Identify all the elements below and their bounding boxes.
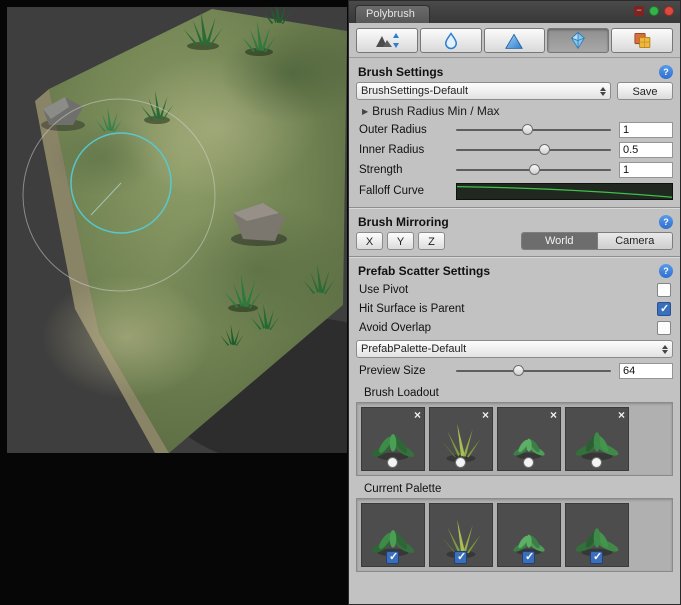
preview-size-label: Preview Size bbox=[356, 365, 456, 377]
maximize-icon[interactable] bbox=[649, 6, 659, 16]
palette-prefab-thumbnail[interactable] bbox=[429, 503, 493, 567]
paint-triangle-icon bbox=[504, 32, 524, 50]
falloff-curve-graph bbox=[457, 184, 672, 199]
slider-thumb[interactable] bbox=[513, 365, 524, 376]
texture-blend-icon bbox=[632, 31, 652, 50]
loadout-weight-knob[interactable] bbox=[523, 457, 534, 468]
window-titlebar[interactable]: Polybrush − bbox=[349, 1, 680, 23]
save-button[interactable]: Save bbox=[617, 82, 673, 100]
brush-loadout-box: × × × × bbox=[356, 402, 673, 476]
foldout-arrow-icon: ▶ bbox=[362, 107, 368, 116]
inner-radius-label: Inner Radius bbox=[356, 144, 456, 156]
palette-prefab-thumbnail[interactable] bbox=[497, 503, 561, 567]
water-drop-icon bbox=[442, 32, 460, 50]
use-pivot-label: Use Pivot bbox=[356, 284, 657, 296]
strength-label: Strength bbox=[356, 164, 456, 176]
scene-view[interactable] bbox=[7, 7, 347, 453]
tool-paint-button[interactable] bbox=[484, 28, 546, 53]
current-palette-box bbox=[356, 498, 673, 572]
mirror-y-button[interactable]: Y bbox=[387, 232, 414, 250]
slider-thumb[interactable] bbox=[539, 144, 550, 155]
falloff-curve-label: Falloff Curve bbox=[356, 185, 456, 197]
help-icon[interactable]: ? bbox=[659, 264, 673, 278]
dropdown-arrows-icon bbox=[600, 87, 606, 96]
hit-surface-parent-checkbox[interactable] bbox=[657, 302, 671, 316]
loadout-prefab-thumbnail[interactable]: × bbox=[429, 407, 493, 471]
use-pivot-checkbox[interactable] bbox=[657, 283, 671, 297]
strength-slider[interactable] bbox=[456, 163, 611, 177]
tool-sculpt-button[interactable] bbox=[356, 28, 418, 53]
mode-toolbar bbox=[349, 23, 680, 58]
tool-smooth-button[interactable] bbox=[420, 28, 482, 53]
loadout-weight-knob[interactable] bbox=[591, 457, 602, 468]
prefab-palette-dropdown[interactable]: PrefabPalette-Default bbox=[356, 340, 673, 358]
outer-radius-label: Outer Radius bbox=[356, 124, 456, 136]
minimize-icon[interactable]: − bbox=[634, 6, 644, 16]
loadout-weight-knob[interactable] bbox=[455, 457, 466, 468]
palette-include-checkbox[interactable] bbox=[386, 551, 399, 564]
outer-radius-slider[interactable] bbox=[456, 123, 611, 137]
hit-surface-parent-label: Hit Surface is Parent bbox=[356, 303, 657, 315]
palette-include-checkbox[interactable] bbox=[590, 551, 603, 564]
prefab-scatter-icon bbox=[568, 31, 588, 50]
palette-include-checkbox[interactable] bbox=[454, 551, 467, 564]
palette-prefab-thumbnail[interactable] bbox=[565, 503, 629, 567]
preview-size-field[interactable]: 64 bbox=[619, 363, 673, 379]
brush-settings-preset-dropdown[interactable]: BrushSettings-Default bbox=[356, 82, 611, 100]
preview-size-slider[interactable] bbox=[456, 364, 611, 378]
remove-icon[interactable]: × bbox=[618, 408, 625, 422]
mirror-z-button[interactable]: Z bbox=[418, 232, 445, 250]
help-icon[interactable]: ? bbox=[659, 215, 673, 229]
falloff-curve-field[interactable] bbox=[456, 183, 673, 200]
close-icon[interactable] bbox=[664, 6, 674, 16]
mountain-sculpt-icon bbox=[374, 32, 400, 50]
remove-icon[interactable]: × bbox=[482, 408, 489, 422]
outer-radius-field[interactable]: 1 bbox=[619, 122, 673, 138]
space-world-button[interactable]: World bbox=[522, 233, 597, 249]
palette-include-checkbox[interactable] bbox=[522, 551, 535, 564]
help-icon[interactable]: ? bbox=[659, 65, 673, 79]
mirror-space-segmented: World Camera bbox=[521, 232, 673, 250]
remove-icon[interactable]: × bbox=[550, 408, 557, 422]
brush-settings-title: Brush Settings bbox=[358, 65, 659, 79]
loadout-prefab-thumbnail[interactable]: × bbox=[565, 407, 629, 471]
terrain-render bbox=[7, 7, 347, 453]
tool-scatter-button[interactable] bbox=[547, 28, 609, 53]
inner-radius-field[interactable]: 0.5 bbox=[619, 142, 673, 158]
remove-icon[interactable]: × bbox=[414, 408, 421, 422]
brush-loadout-label: Brush Loadout bbox=[364, 387, 673, 399]
dropdown-arrows-icon bbox=[662, 345, 668, 354]
loadout-prefab-thumbnail[interactable]: × bbox=[497, 407, 561, 471]
loadout-weight-knob[interactable] bbox=[387, 457, 398, 468]
palette-prefab-thumbnail[interactable] bbox=[361, 503, 425, 567]
current-palette-label: Current Palette bbox=[364, 483, 673, 495]
loadout-prefab-thumbnail[interactable]: × bbox=[361, 407, 425, 471]
tool-texture-button[interactable] bbox=[611, 28, 673, 53]
inner-radius-slider[interactable] bbox=[456, 143, 611, 157]
space-camera-button[interactable]: Camera bbox=[597, 233, 673, 249]
tab-polybrush[interactable]: Polybrush bbox=[355, 5, 430, 23]
slider-thumb[interactable] bbox=[529, 164, 540, 175]
application-window: Polybrush − bbox=[0, 0, 681, 605]
polybrush-panel: Polybrush − bbox=[348, 0, 681, 605]
prefab-scatter-title: Prefab Scatter Settings bbox=[358, 264, 659, 278]
window-controls: − bbox=[634, 6, 674, 16]
mirror-x-button[interactable]: X bbox=[356, 232, 383, 250]
strength-field[interactable]: 1 bbox=[619, 162, 673, 178]
brush-mirroring-title: Brush Mirroring bbox=[358, 215, 659, 229]
slider-thumb[interactable] bbox=[522, 124, 533, 135]
panel-content: Brush Settings ? BrushSettings-Default S… bbox=[349, 58, 680, 604]
brush-radius-foldout[interactable]: ▶ Brush Radius Min / Max bbox=[362, 104, 673, 118]
avoid-overlap-label: Avoid Overlap bbox=[356, 322, 657, 334]
avoid-overlap-checkbox[interactable] bbox=[657, 321, 671, 335]
